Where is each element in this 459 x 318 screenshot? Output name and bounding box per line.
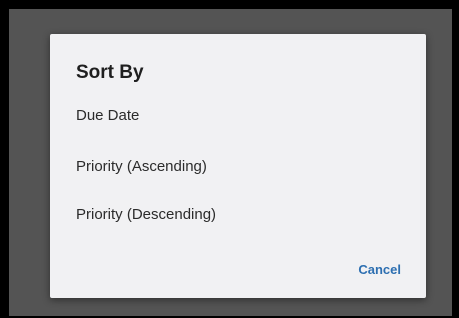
sort-option-due-date[interactable]: Due Date: [76, 102, 396, 130]
sort-option-priority-descending[interactable]: Priority (Descending): [76, 201, 396, 229]
cancel-button[interactable]: Cancel: [358, 260, 401, 280]
sort-by-dialog: Sort By Due Date Priority (Ascending) Pr…: [50, 34, 426, 298]
dialog-title: Sort By: [76, 62, 144, 83]
sort-option-priority-ascending[interactable]: Priority (Ascending): [76, 153, 396, 181]
screenshot-frame: Sort By Due Date Priority (Ascending) Pr…: [0, 0, 459, 318]
